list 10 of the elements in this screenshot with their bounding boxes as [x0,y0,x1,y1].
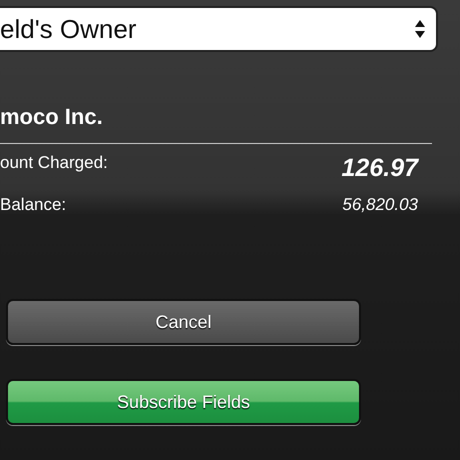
select-value: eld's Owner [0,12,136,46]
stepper-arrows-icon [414,19,426,39]
amount-value: 56,820.03 [342,194,418,216]
subscribe-button[interactable]: Subscribe Fields [6,379,361,425]
company-name: moco Inc. [0,103,104,131]
cancel-button[interactable]: Cancel [6,299,361,345]
amount-value: 126.97 [342,153,418,184]
owner-select[interactable]: eld's Owner [0,6,438,52]
field-label: Balance: [0,194,66,216]
field-label: ount Charged: [0,152,108,174]
